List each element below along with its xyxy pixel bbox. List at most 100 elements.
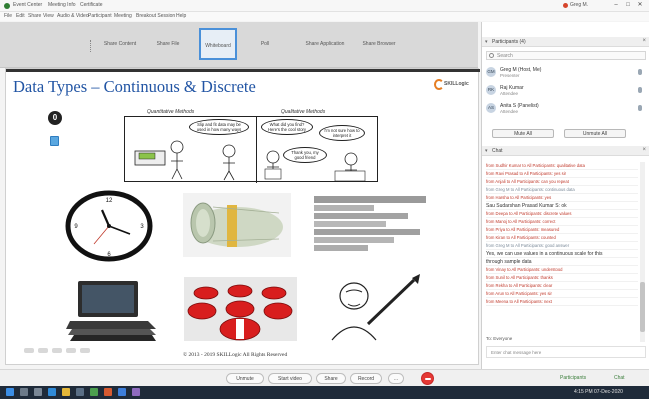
mute-all-button[interactable]: Mute All bbox=[492, 129, 554, 138]
poll-button[interactable]: Poll bbox=[252, 28, 278, 60]
unmute-all-button[interactable]: Unmute All bbox=[564, 129, 626, 138]
taskbar-clock[interactable]: 4:15 PM 07-Dec-2020 bbox=[574, 389, 623, 395]
chat-message: from Anjali to All Participants: can you… bbox=[486, 178, 638, 186]
share-file-button[interactable]: Share File bbox=[146, 28, 190, 60]
meeting-app-icon[interactable] bbox=[90, 388, 98, 396]
slide-number-badge: 0 bbox=[48, 111, 62, 125]
more-options-button[interactable]: ... bbox=[388, 373, 404, 384]
mail-icon[interactable] bbox=[118, 388, 126, 396]
menu-breakout-session[interactable]: Breakout Session bbox=[136, 13, 175, 19]
title-tab-certificate[interactable]: Certificate bbox=[80, 2, 103, 8]
user-label[interactable]: Greg M. bbox=[570, 2, 588, 8]
chat-message-list: from Sudhir Kumar to All Participants: q… bbox=[486, 162, 638, 342]
side-panel: ▾ Participants (4) × Search GM Greg M (H… bbox=[481, 22, 649, 369]
close-button[interactable]: ✕ bbox=[636, 1, 644, 9]
logo-mark-icon bbox=[434, 79, 444, 90]
toolbar-gripper[interactable] bbox=[90, 40, 94, 52]
participant-search-input[interactable]: Search bbox=[486, 51, 646, 60]
chat-panel-header[interactable]: ▾ Chat × bbox=[482, 146, 649, 156]
chevron-down-icon[interactable]: ▾ bbox=[485, 148, 488, 154]
share-content-button[interactable]: Share Content bbox=[100, 28, 140, 60]
thumbnail-dot[interactable] bbox=[24, 348, 34, 353]
chat-toggle[interactable]: Chat bbox=[614, 375, 625, 381]
avatar: GM bbox=[486, 67, 496, 77]
participants-panel-header[interactable]: ▾ Participants (4) × bbox=[482, 37, 649, 47]
participant-row[interactable]: AS Anita S (Panelist) Attendee bbox=[486, 102, 646, 116]
start-video-button[interactable]: Start video bbox=[268, 373, 312, 384]
participants-toggle[interactable]: Participants bbox=[560, 375, 586, 381]
menu-file[interactable]: File bbox=[4, 13, 12, 19]
app-icon bbox=[4, 3, 10, 9]
participant-row[interactable]: GM Greg M (Host, Me) Presenter bbox=[486, 66, 646, 80]
share-browser-button[interactable]: Share Browser bbox=[356, 28, 402, 60]
store-icon[interactable] bbox=[76, 388, 84, 396]
avatar: AS bbox=[486, 103, 496, 113]
microphone-icon[interactable] bbox=[638, 87, 642, 93]
thumbnail-dot[interactable] bbox=[38, 348, 48, 353]
slide-thumbnail-strip bbox=[24, 348, 124, 354]
thumbnail-dot[interactable] bbox=[52, 348, 62, 353]
thumbnail-dot[interactable] bbox=[66, 348, 76, 353]
title-bar: Event Center Meeting Info Certificate Gr… bbox=[0, 0, 649, 12]
search-placeholder: Search bbox=[497, 53, 513, 59]
participant-row[interactable]: RK Raj Kumar Attendee bbox=[486, 84, 646, 98]
chat-message: from Manoj to All Participants: correct bbox=[486, 218, 638, 226]
whiteboard-button[interactable]: Whiteboard bbox=[199, 28, 237, 60]
end-meeting-button[interactable] bbox=[421, 372, 434, 385]
slide-top-bar bbox=[6, 69, 480, 72]
minimize-button[interactable]: – bbox=[612, 1, 620, 9]
office-icon[interactable] bbox=[104, 388, 112, 396]
chat-message: through sample data bbox=[486, 258, 638, 266]
chat-message: from Sunil to All Participants: thanks bbox=[486, 274, 638, 282]
participant-role: Attendee bbox=[500, 109, 519, 114]
svg-text:12: 12 bbox=[106, 198, 113, 204]
record-button[interactable]: Record bbox=[350, 373, 382, 384]
menu-participant[interactable]: Participant bbox=[88, 13, 112, 19]
chat-message: from Arun to All Participants: yes sir bbox=[486, 290, 638, 298]
chat-message: from Priya to All Participants: measured bbox=[486, 226, 638, 234]
close-icon[interactable]: × bbox=[642, 147, 646, 153]
red-cars-image bbox=[184, 277, 297, 341]
comic-caption-qualitative: Qualitative Methods bbox=[281, 109, 326, 115]
slide-copyright: © 2013 - 2019 SKILLogic All Rights Reser… bbox=[183, 352, 288, 358]
chat-message: from Harsha to All Participants: yes bbox=[486, 194, 638, 202]
participant-role: Presenter bbox=[500, 73, 520, 78]
chat-message-input[interactable]: Enter chat message here bbox=[486, 346, 646, 358]
start-icon[interactable] bbox=[6, 388, 14, 396]
meeting-controls-bar: Unmute Start video Share Record ... Part… bbox=[0, 369, 649, 386]
menu-share[interactable]: Share bbox=[28, 13, 41, 19]
title-tab-event-center[interactable]: Event Center bbox=[13, 2, 42, 8]
task-view-icon[interactable] bbox=[34, 388, 42, 396]
chat-message: from Ravi Prasad to All Participants: ye… bbox=[486, 170, 638, 178]
slide-title: Data Types – Continuous & Discrete bbox=[13, 77, 256, 96]
share-application-button[interactable]: Share Application bbox=[300, 28, 350, 60]
annotation-tool-button[interactable] bbox=[50, 136, 59, 146]
folder-icon[interactable] bbox=[62, 388, 70, 396]
app-icon[interactable] bbox=[132, 388, 140, 396]
microphone-icon[interactable] bbox=[638, 69, 642, 75]
menu-meeting[interactable]: Meeting bbox=[114, 13, 132, 19]
menu-edit[interactable]: Edit bbox=[16, 13, 25, 19]
scrollbar-thumb[interactable] bbox=[640, 282, 645, 332]
money-roll-image bbox=[183, 193, 291, 257]
microphone-icon[interactable] bbox=[638, 105, 642, 111]
close-icon[interactable]: × bbox=[642, 38, 646, 44]
chevron-down-icon[interactable]: ▾ bbox=[485, 39, 488, 45]
browser-icon[interactable] bbox=[48, 388, 56, 396]
chat-message: Sau Sudarshan Prasad Kumar S: ok bbox=[486, 202, 638, 210]
thumbnail-dot[interactable] bbox=[80, 348, 90, 353]
search-icon bbox=[489, 53, 494, 58]
alert-icon bbox=[563, 3, 568, 8]
share-button[interactable]: Share bbox=[316, 373, 346, 384]
chat-message: from Vinay to All Participants: understo… bbox=[486, 266, 638, 274]
chat-recipient-select[interactable]: To: Everyone bbox=[486, 336, 512, 341]
unmute-button[interactable]: Unmute bbox=[226, 373, 264, 384]
chat-scrollbar[interactable] bbox=[640, 162, 645, 342]
menu-audio-video[interactable]: Audio & Video bbox=[57, 13, 89, 19]
title-tab-meeting-info[interactable]: Meeting Info bbox=[48, 2, 76, 8]
menu-view[interactable]: View bbox=[43, 13, 54, 19]
search-icon[interactable] bbox=[20, 388, 28, 396]
comic-drawing bbox=[134, 140, 366, 182]
menu-help[interactable]: Help bbox=[176, 13, 186, 19]
maximize-button[interactable]: □ bbox=[624, 1, 632, 9]
